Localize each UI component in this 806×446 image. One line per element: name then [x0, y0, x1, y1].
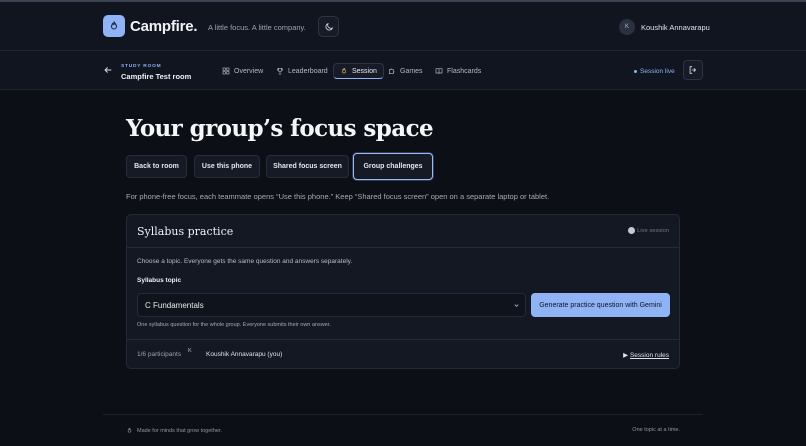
brand-name[interactable]: Campfire. [130, 18, 198, 35]
puzzle-icon [389, 68, 395, 74]
live-dot-icon [634, 70, 637, 73]
syllabus-practice-card: Syllabus practice Live session Choose a … [126, 214, 680, 369]
logout-icon [689, 66, 697, 74]
live-session-icon [628, 227, 636, 234]
generate-question-button[interactable]: Generate practice question with Gemini [531, 293, 670, 317]
user-name[interactable]: Koushik Annavarapu [641, 23, 710, 32]
book-icon [435, 68, 443, 74]
page-title: Your group’s focus space [126, 115, 434, 142]
back-to-room-button[interactable]: Back to room [126, 155, 187, 178]
grid-icon [222, 67, 230, 75]
group-challenges-button[interactable]: Group challenges [353, 153, 433, 180]
tab-label: Flashcards [447, 67, 482, 75]
footer-tagline: Made for minds that grow together. [137, 427, 222, 434]
back-arrow-icon[interactable] [103, 65, 113, 75]
session-rules-toggle[interactable]: ▶ Session rules [623, 351, 669, 359]
tab-overview[interactable]: Overview [216, 63, 269, 79]
participant-name: Koushik Annavarapu (you) [206, 351, 283, 358]
footer-divider [103, 414, 703, 415]
leave-room-button[interactable] [683, 60, 703, 80]
card-footer: 1/6 participants K Koushik Annavarapu (y… [127, 339, 679, 370]
session-rules-link[interactable]: Session rules [630, 352, 669, 359]
room-bar: STUDY ROOM Campfire Test room Overview L… [0, 51, 806, 90]
live-session-badge: Live session [628, 227, 669, 234]
use-this-phone-button[interactable]: Use this phone [194, 155, 260, 178]
session-status: Session live [634, 68, 675, 75]
tab-games[interactable]: Games [382, 63, 429, 79]
card-instructions: Choose a topic. Everyone gets the same q… [137, 258, 353, 265]
syllabus-topic-value: C Fundamentals [145, 300, 204, 310]
tab-leaderboard[interactable]: Leaderboard [270, 63, 334, 79]
top-bar: Campfire. A little focus. A little compa… [0, 0, 806, 51]
tab-label: Games [400, 67, 423, 75]
focus-hint: For phone-free focus, each teammate open… [126, 192, 550, 201]
topic-help-text: One syllabus question for the whole grou… [137, 322, 331, 328]
tab-label: Leaderboard [288, 67, 328, 75]
chevron-down-icon [514, 304, 519, 307]
tab-label: Overview [234, 67, 264, 75]
session-status-label: Session live [640, 68, 675, 75]
campfire-logo[interactable] [103, 15, 125, 37]
card-title: Syllabus practice [137, 225, 234, 238]
room-caption: STUDY ROOM [121, 64, 162, 69]
tab-session[interactable]: Session [333, 63, 384, 79]
flame-icon [110, 21, 118, 30]
tagline: A little focus. A little company. [208, 23, 306, 32]
theme-toggle-button[interactable] [318, 16, 339, 37]
room-name: Campfire Test room [121, 72, 192, 81]
card-header: Syllabus practice Live session [127, 215, 679, 248]
syllabus-topic-select[interactable]: C Fundamentals [137, 293, 526, 317]
live-session-label: Live session [637, 227, 669, 234]
tab-flashcards[interactable]: Flashcards [429, 63, 487, 79]
shared-focus-screen-button[interactable]: Shared focus screen [266, 155, 349, 178]
flame-icon [127, 427, 132, 433]
flame-icon [341, 67, 347, 74]
participant-count: 1/6 participants [137, 351, 182, 358]
tab-label: Session [352, 67, 377, 75]
footer-left: Made for minds that grow together. [126, 427, 222, 434]
moon-icon [325, 22, 333, 30]
user-avatar[interactable]: K [619, 19, 635, 35]
triangle-right-icon: ▶ [623, 352, 629, 359]
syllabus-topic-label: Syllabus topic [137, 277, 182, 284]
participant-avatar: K [188, 348, 192, 354]
trophy-icon [276, 68, 284, 75]
footer-right: One topic at a time. [632, 427, 680, 433]
